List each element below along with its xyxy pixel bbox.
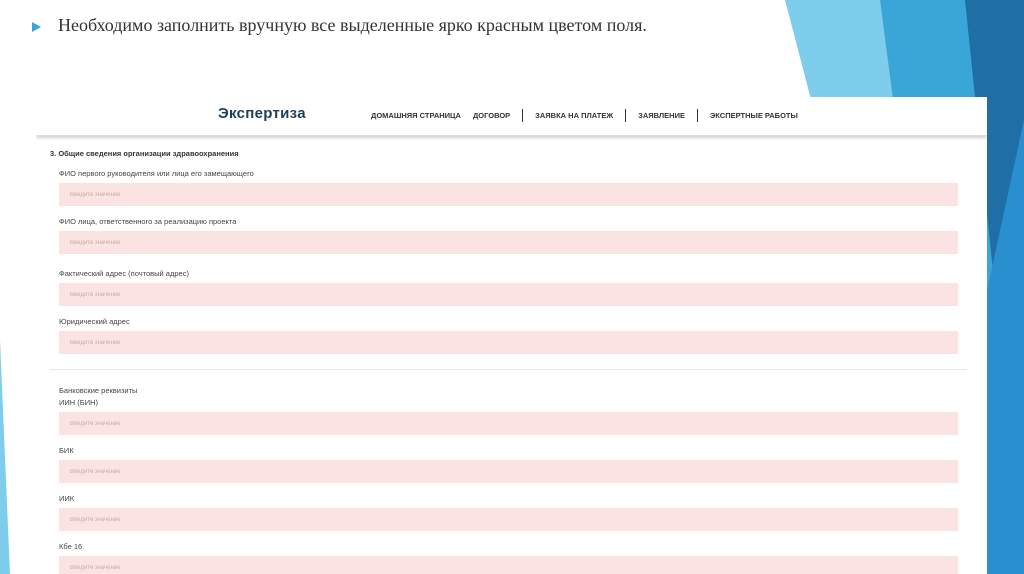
field-label-head-name: ФИО первого руководителя или лица его за… bbox=[59, 169, 254, 178]
head-name-input[interactable] bbox=[59, 183, 958, 206]
nav-item-application[interactable]: ЗАЯВЛЕНИЕ bbox=[638, 111, 685, 120]
bik-input[interactable] bbox=[59, 460, 958, 483]
iin-input[interactable] bbox=[59, 412, 958, 435]
bg-shape-left bbox=[0, 340, 10, 574]
field-label-kbe: Кбе 16 bbox=[59, 542, 83, 551]
field-label-actual-address: Фактический адрес (почтовый адрес) bbox=[59, 269, 189, 278]
triangle-bullet-icon bbox=[32, 22, 41, 32]
kbe-input[interactable] bbox=[59, 556, 958, 574]
nav-item-home[interactable]: ДОМАШНЯЯ СТРАНИЦА bbox=[371, 111, 461, 120]
nav-separator bbox=[625, 108, 627, 122]
form-screenshot: Экспертиза ДОМАШНЯЯ СТРАНИЦА ДОГОВОР ЗАЯ… bbox=[36, 97, 987, 574]
app-header: Экспертиза ДОМАШНЯЯ СТРАНИЦА ДОГОВОР ЗАЯ… bbox=[36, 97, 987, 136]
field-label-iin: ИИН (БИН) bbox=[59, 398, 99, 407]
app-logo[interactable]: Экспертиза bbox=[218, 105, 306, 122]
field-label-legal-address: Юридический адрес bbox=[59, 317, 130, 326]
field-label-responsible-name: ФИО лица, ответственного за реализацию п… bbox=[59, 217, 237, 226]
nav-separator bbox=[522, 108, 524, 122]
field-label-bik: БИК bbox=[59, 446, 74, 455]
section-title: 3. Общие сведения организации здравоохра… bbox=[50, 149, 239, 158]
nav-separator bbox=[696, 108, 698, 122]
legal-address-input[interactable] bbox=[59, 331, 958, 354]
actual-address-input[interactable] bbox=[59, 283, 958, 306]
bank-section-title: Банковские реквизиты bbox=[59, 386, 138, 395]
main-nav: ДОМАШНЯЯ СТРАНИЦА ДОГОВОР ЗАЯВКА НА ПЛАТ… bbox=[371, 108, 798, 122]
slide-heading: Необходимо заполнить вручную все выделен… bbox=[58, 15, 647, 35]
nav-item-expert-works[interactable]: ЭКСПЕРТНЫЕ РАБОТЫ bbox=[710, 111, 798, 120]
nav-item-payment-request[interactable]: ЗАЯВКА НА ПЛАТЕЖ bbox=[535, 111, 613, 120]
section-divider bbox=[50, 369, 967, 370]
field-label-iik: ИИК bbox=[59, 494, 75, 503]
iik-input[interactable] bbox=[59, 508, 958, 531]
responsible-name-input[interactable] bbox=[59, 231, 958, 254]
nav-item-contract[interactable]: ДОГОВОР bbox=[473, 111, 510, 120]
